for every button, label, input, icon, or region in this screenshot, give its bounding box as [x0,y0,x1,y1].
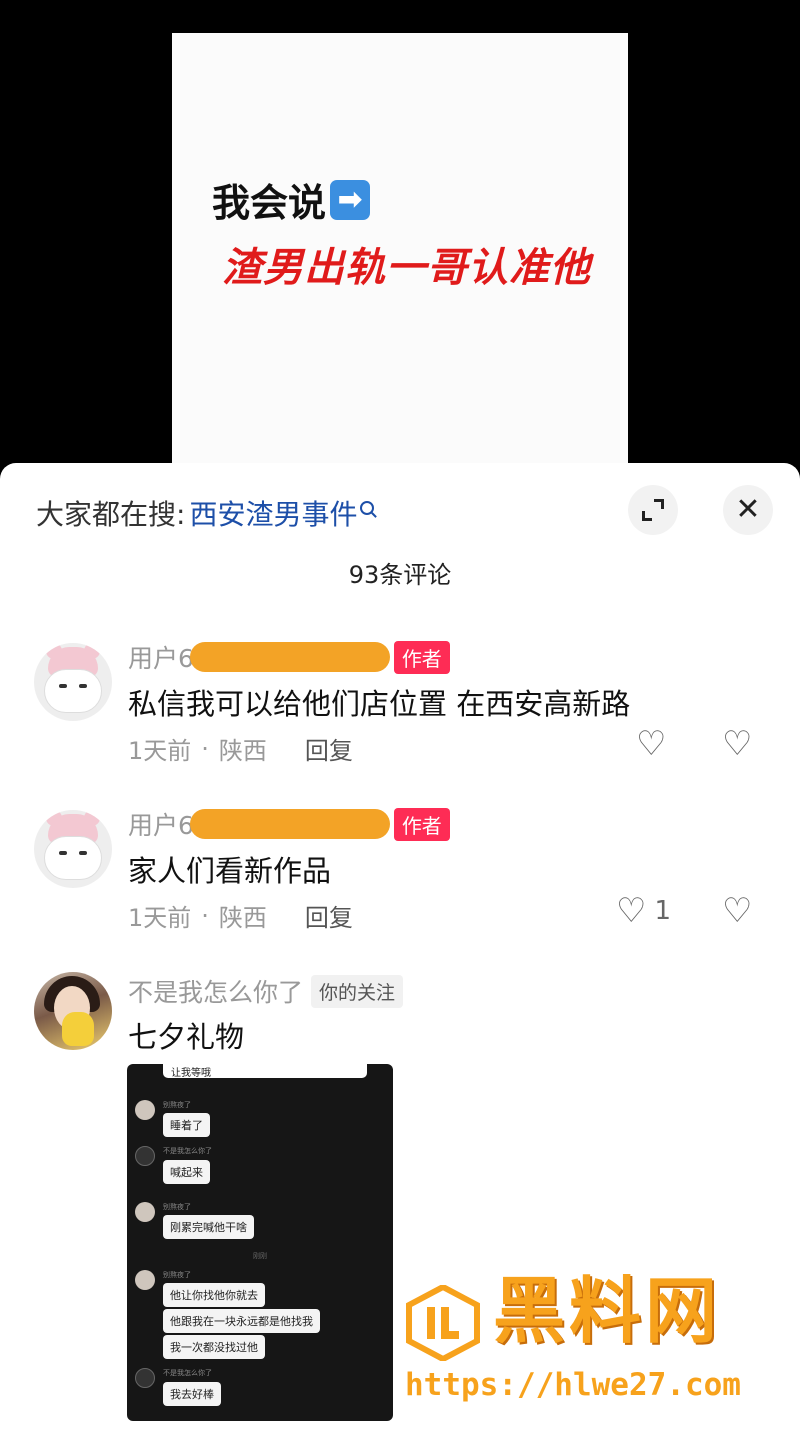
comment-meta: 1天前 · 陕西 回复 [128,898,353,933]
chat-sender: 别熬夜了 [163,1203,191,1211]
chat-bubble: 睡着了 [163,1113,210,1137]
comment-image[interactable]: 让我等哦 别熬夜了 睡着了 不是我怎么你了 喊起来 别熬夜了 刚累完喊他干啥 刚… [127,1064,393,1421]
site-watermark: 黑料网 https://hlwe27.com [405,1275,775,1405]
chat-sender: 不是我怎么你了 [163,1147,212,1155]
chat-bubble: 我一次都没找过他 [163,1335,265,1359]
watermark-logo-icon [406,1285,480,1361]
avatar[interactable] [34,643,112,721]
chat-avatar [135,1270,155,1290]
heart-icon: ♡ [616,891,647,931]
chat-avatar [135,1146,155,1166]
watermark-title: 黑料网 [493,1269,722,1353]
reply-button[interactable]: 回复 [305,898,353,933]
trending-search-prefix: 大家都在搜: [36,498,186,531]
chat-bubble: 我去好棒 [163,1382,221,1406]
video-caption-line2: 渣男出轨一哥认准他 [222,245,591,291]
close-button[interactable]: ✕ [723,485,773,535]
comment-meta: 1天前 · 陕西 回复 [128,731,353,766]
expand-button[interactable] [628,485,678,535]
comment-username[interactable]: 用户60 作者 [128,806,450,842]
reply-button[interactable]: 回复 [305,731,353,766]
dislike-heart-icon[interactable]: ♡ [722,894,752,928]
expand-icon [642,499,664,521]
chat-bubble: 刚累完喊他干啥 [163,1215,254,1239]
comment-time: 1天前 [128,737,192,765]
comment-count: 93条评论 [348,561,452,589]
comment-username[interactable]: 用户60 作者 [128,639,450,675]
chat-sender: 别熬夜了 [163,1271,191,1279]
like-count: 1 [654,896,672,926]
video-caption-text: 我会说 [212,181,327,225]
comment-username[interactable]: 不是我怎么你了 你的关注 [128,973,404,1009]
chat-bubble: 他跟我在一块永远都是他找我 [163,1309,320,1333]
chat-time-separator: 刚刚 [253,1252,267,1260]
chat-avatar [135,1368,155,1388]
avatar[interactable] [34,810,112,888]
like-button[interactable]: ♡ 1 [616,894,671,928]
comment-time: 1天前 [128,904,192,932]
chat-sender: 别熬夜了 [163,1101,191,1109]
video-player[interactable]: 我会说 ➡ 渣男出轨一哥认准他 [0,0,800,470]
chat-sender: 不是我怎么你了 [163,1369,212,1377]
redaction-mark [189,642,390,672]
search-icon [360,501,375,515]
author-badge: 作者 [393,640,450,674]
redaction-mark [189,809,390,839]
close-icon: ✕ [735,492,761,527]
comment-location: 陕西 [218,904,267,932]
right-arrow-icon: ➡ [330,179,371,220]
trending-search-term[interactable]: 西安渣男事件 [189,493,357,533]
chat-bubble: 让我等哦 [163,1064,367,1079]
like-button[interactable]: ♡ [636,727,666,761]
following-badge: 你的关注 [311,974,404,1008]
comment-text: 私信我可以给他们店位置 在西安高新路 [128,687,631,721]
watermark-url: https://hlwe27.com [405,1367,741,1403]
trending-search[interactable]: 大家都在搜: 西安渣男事件 [36,493,375,533]
comment-text: 七夕礼物 [128,1020,245,1054]
avatar[interactable] [34,972,112,1050]
author-badge: 作者 [393,807,450,841]
heart-icon: ♡ [636,724,667,764]
chat-bubble: 他让你找他你就去 [163,1283,265,1307]
dislike-heart-icon[interactable]: ♡ [722,727,752,761]
comment-text: 家人们看新作品 [128,854,332,888]
comment-location: 陕西 [218,737,267,765]
video-caption-line1: 我会说 ➡ [212,172,371,227]
chat-bubble: 喊起来 [163,1160,210,1184]
chat-avatar [135,1100,155,1120]
chat-avatar [135,1202,155,1222]
